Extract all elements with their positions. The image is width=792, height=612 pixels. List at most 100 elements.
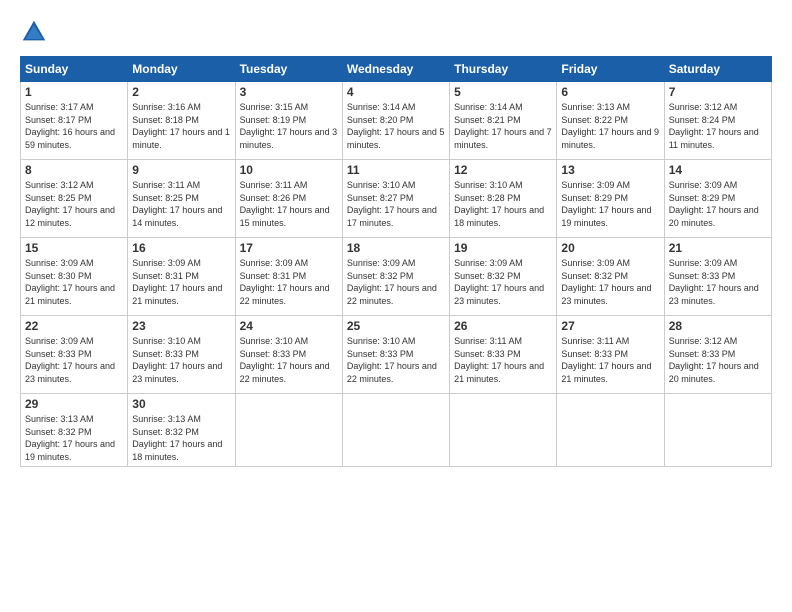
day-info: Sunrise: 3:09 AMSunset: 8:30 PMDaylight:… bbox=[25, 258, 115, 306]
calendar-header-saturday: Saturday bbox=[664, 57, 771, 82]
day-number: 23 bbox=[132, 319, 230, 333]
calendar-cell bbox=[664, 394, 771, 467]
day-number: 2 bbox=[132, 85, 230, 99]
calendar-cell: 9 Sunrise: 3:11 AMSunset: 8:25 PMDaylight… bbox=[128, 160, 235, 238]
calendar-cell: 27 Sunrise: 3:11 AMSunset: 8:33 PMDayligh… bbox=[557, 316, 664, 394]
calendar-week-1: 1Sunrise: 3:17 AMSunset: 8:17 PMDaylight… bbox=[21, 82, 772, 160]
header bbox=[20, 18, 772, 46]
day-number: 15 bbox=[25, 241, 123, 255]
calendar-week-3: 15 Sunrise: 3:09 AMSunset: 8:30 PMDayligh… bbox=[21, 238, 772, 316]
calendar-cell: 30 Sunrise: 3:13 AMSunset: 8:32 PMDayligh… bbox=[128, 394, 235, 467]
day-info: Sunrise: 3:09 AMSunset: 8:32 PMDaylight:… bbox=[454, 258, 544, 306]
day-number: 25 bbox=[347, 319, 445, 333]
calendar-week-5: 29 Sunrise: 3:13 AMSunset: 8:32 PMDayligh… bbox=[21, 394, 772, 467]
day-info: Sunrise: 3:12 AMSunset: 8:25 PMDaylight:… bbox=[25, 180, 115, 228]
calendar-cell: 13 Sunrise: 3:09 AMSunset: 8:29 PMDayligh… bbox=[557, 160, 664, 238]
calendar-cell: 1Sunrise: 3:17 AMSunset: 8:17 PMDaylight… bbox=[21, 82, 128, 160]
day-info: Sunrise: 3:12 AMSunset: 8:24 PMDaylight:… bbox=[669, 102, 759, 150]
day-number: 28 bbox=[669, 319, 767, 333]
day-number: 8 bbox=[25, 163, 123, 177]
calendar-cell: 8 Sunrise: 3:12 AMSunset: 8:25 PMDaylight… bbox=[21, 160, 128, 238]
calendar-header-tuesday: Tuesday bbox=[235, 57, 342, 82]
calendar-cell: 2 Sunrise: 3:16 AMSunset: 8:18 PMDaylight… bbox=[128, 82, 235, 160]
day-number: 4 bbox=[347, 85, 445, 99]
calendar-cell: 15 Sunrise: 3:09 AMSunset: 8:30 PMDayligh… bbox=[21, 238, 128, 316]
day-number: 24 bbox=[240, 319, 338, 333]
day-info: Sunrise: 3:15 AMSunset: 8:19 PMDaylight:… bbox=[240, 102, 338, 150]
logo bbox=[20, 18, 51, 46]
page: SundayMondayTuesdayWednesdayThursdayFrid… bbox=[0, 0, 792, 612]
day-info: Sunrise: 3:10 AMSunset: 8:33 PMDaylight:… bbox=[240, 336, 330, 384]
day-info: Sunrise: 3:09 AMSunset: 8:32 PMDaylight:… bbox=[347, 258, 437, 306]
day-info: Sunrise: 3:14 AMSunset: 8:21 PMDaylight:… bbox=[454, 102, 552, 150]
calendar-cell: 18 Sunrise: 3:09 AMSunset: 8:32 PMDayligh… bbox=[342, 238, 449, 316]
day-number: 3 bbox=[240, 85, 338, 99]
calendar-cell bbox=[342, 394, 449, 467]
calendar-cell: 5Sunrise: 3:14 AMSunset: 8:21 PMDaylight… bbox=[450, 82, 557, 160]
day-number: 29 bbox=[25, 397, 123, 411]
calendar-cell bbox=[557, 394, 664, 467]
day-number: 10 bbox=[240, 163, 338, 177]
calendar-cell: 3 Sunrise: 3:15 AMSunset: 8:19 PMDaylight… bbox=[235, 82, 342, 160]
day-info: Sunrise: 3:11 AMSunset: 8:25 PMDaylight:… bbox=[132, 180, 222, 228]
calendar-cell: 17 Sunrise: 3:09 AMSunset: 8:31 PMDayligh… bbox=[235, 238, 342, 316]
calendar-cell: 11 Sunrise: 3:10 AMSunset: 8:27 PMDayligh… bbox=[342, 160, 449, 238]
calendar-header-wednesday: Wednesday bbox=[342, 57, 449, 82]
calendar-week-4: 22Sunrise: 3:09 AMSunset: 8:33 PMDayligh… bbox=[21, 316, 772, 394]
calendar-cell: 19 Sunrise: 3:09 AMSunset: 8:32 PMDayligh… bbox=[450, 238, 557, 316]
calendar: SundayMondayTuesdayWednesdayThursdayFrid… bbox=[20, 56, 772, 467]
day-number: 30 bbox=[132, 397, 230, 411]
day-number: 9 bbox=[132, 163, 230, 177]
day-info: Sunrise: 3:11 AMSunset: 8:33 PMDaylight:… bbox=[454, 336, 544, 384]
day-number: 13 bbox=[561, 163, 659, 177]
day-number: 12 bbox=[454, 163, 552, 177]
calendar-cell bbox=[235, 394, 342, 467]
calendar-header-friday: Friday bbox=[557, 57, 664, 82]
calendar-cell: 21Sunrise: 3:09 AMSunset: 8:33 PMDayligh… bbox=[664, 238, 771, 316]
day-number: 22 bbox=[25, 319, 123, 333]
calendar-cell: 10 Sunrise: 3:11 AMSunset: 8:26 PMDayligh… bbox=[235, 160, 342, 238]
calendar-header-sunday: Sunday bbox=[21, 57, 128, 82]
day-info: Sunrise: 3:10 AMSunset: 8:27 PMDaylight:… bbox=[347, 180, 437, 228]
day-info: Sunrise: 3:12 AMSunset: 8:33 PMDaylight:… bbox=[669, 336, 759, 384]
day-number: 16 bbox=[132, 241, 230, 255]
day-info: Sunrise: 3:14 AMSunset: 8:20 PMDaylight:… bbox=[347, 102, 445, 150]
day-info: Sunrise: 3:16 AMSunset: 8:18 PMDaylight:… bbox=[132, 102, 230, 150]
day-info: Sunrise: 3:09 AMSunset: 8:33 PMDaylight:… bbox=[669, 258, 759, 306]
day-number: 27 bbox=[561, 319, 659, 333]
day-info: Sunrise: 3:13 AMSunset: 8:32 PMDaylight:… bbox=[25, 414, 115, 462]
day-info: Sunrise: 3:17 AMSunset: 8:17 PMDaylight:… bbox=[25, 102, 115, 150]
day-number: 26 bbox=[454, 319, 552, 333]
day-info: Sunrise: 3:09 AMSunset: 8:32 PMDaylight:… bbox=[561, 258, 651, 306]
calendar-cell bbox=[450, 394, 557, 467]
day-number: 18 bbox=[347, 241, 445, 255]
calendar-cell: 12 Sunrise: 3:10 AMSunset: 8:28 PMDayligh… bbox=[450, 160, 557, 238]
calendar-cell: 16 Sunrise: 3:09 AMSunset: 8:31 PMDayligh… bbox=[128, 238, 235, 316]
day-number: 19 bbox=[454, 241, 552, 255]
day-info: Sunrise: 3:11 AMSunset: 8:33 PMDaylight:… bbox=[561, 336, 651, 384]
day-info: Sunrise: 3:11 AMSunset: 8:26 PMDaylight:… bbox=[240, 180, 330, 228]
calendar-header-thursday: Thursday bbox=[450, 57, 557, 82]
calendar-cell: 26 Sunrise: 3:11 AMSunset: 8:33 PMDayligh… bbox=[450, 316, 557, 394]
day-number: 7 bbox=[669, 85, 767, 99]
calendar-cell: 23 Sunrise: 3:10 AMSunset: 8:33 PMDayligh… bbox=[128, 316, 235, 394]
calendar-cell: 4 Sunrise: 3:14 AMSunset: 8:20 PMDaylight… bbox=[342, 82, 449, 160]
day-info: Sunrise: 3:09 AMSunset: 8:29 PMDaylight:… bbox=[561, 180, 651, 228]
calendar-cell: 29 Sunrise: 3:13 AMSunset: 8:32 PMDayligh… bbox=[21, 394, 128, 467]
day-info: Sunrise: 3:13 AMSunset: 8:32 PMDaylight:… bbox=[132, 414, 222, 462]
day-info: Sunrise: 3:09 AMSunset: 8:29 PMDaylight:… bbox=[669, 180, 759, 228]
day-number: 6 bbox=[561, 85, 659, 99]
calendar-cell: 22Sunrise: 3:09 AMSunset: 8:33 PMDayligh… bbox=[21, 316, 128, 394]
day-number: 14 bbox=[669, 163, 767, 177]
day-info: Sunrise: 3:13 AMSunset: 8:22 PMDaylight:… bbox=[561, 102, 659, 150]
day-info: Sunrise: 3:09 AMSunset: 8:31 PMDaylight:… bbox=[240, 258, 330, 306]
logo-icon bbox=[20, 18, 48, 46]
day-info: Sunrise: 3:09 AMSunset: 8:31 PMDaylight:… bbox=[132, 258, 222, 306]
day-number: 11 bbox=[347, 163, 445, 177]
day-info: Sunrise: 3:10 AMSunset: 8:33 PMDaylight:… bbox=[347, 336, 437, 384]
day-info: Sunrise: 3:10 AMSunset: 8:33 PMDaylight:… bbox=[132, 336, 222, 384]
calendar-cell: 25 Sunrise: 3:10 AMSunset: 8:33 PMDayligh… bbox=[342, 316, 449, 394]
day-number: 17 bbox=[240, 241, 338, 255]
calendar-header-row: SundayMondayTuesdayWednesdayThursdayFrid… bbox=[21, 57, 772, 82]
day-info: Sunrise: 3:10 AMSunset: 8:28 PMDaylight:… bbox=[454, 180, 544, 228]
